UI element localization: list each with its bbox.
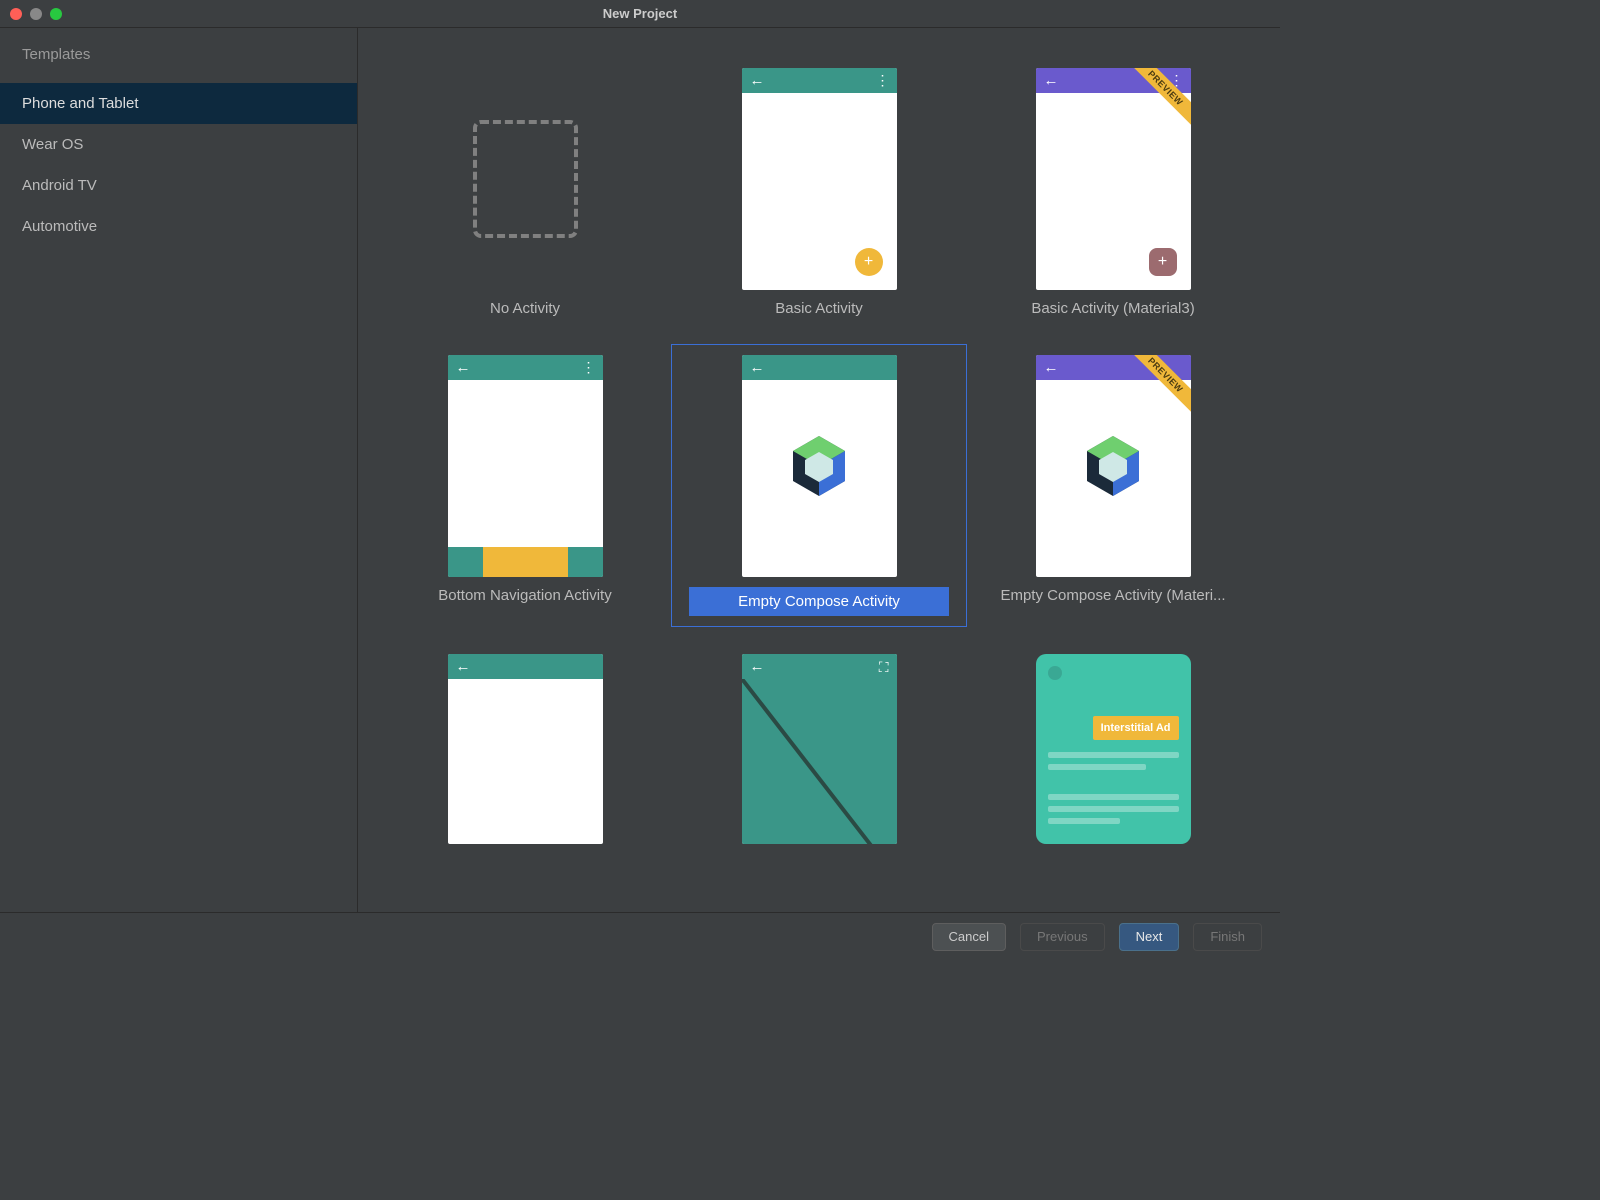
back-arrow-icon: ← <box>1044 359 1059 376</box>
template-admob-ads[interactable]: Interstitial Ad <box>966 644 1260 844</box>
sidebar-item-phone-tablet[interactable]: Phone and Tablet <box>0 83 357 124</box>
template-bottom-navigation[interactable]: ← ⋮ Bottom Navigation Activity <box>378 345 672 626</box>
cancel-button[interactable]: Cancel <box>932 923 1006 951</box>
dashed-rect-icon <box>473 120 578 238</box>
dialog-footer: Cancel Previous Next Finish <box>0 912 1280 960</box>
back-arrow-icon: ← <box>456 359 471 376</box>
template-label: Empty Compose Activity <box>689 587 949 616</box>
sidebar: Templates Phone and Tablet Wear OS Andro… <box>0 28 358 912</box>
fullscreen-icon: ⛶ <box>879 659 889 676</box>
back-arrow-icon: ← <box>750 359 765 376</box>
back-arrow-icon: ← <box>750 72 765 89</box>
template-basic-activity[interactable]: ← ⋮ + Basic Activity <box>672 58 966 327</box>
thumb-fullscreen: ← ⛶ <box>742 654 897 844</box>
dialog-body: Templates Phone and Tablet Wear OS Andro… <box>0 28 1280 912</box>
thumb-empty-compose-m3: ← PREVIEW <box>1036 355 1191 577</box>
compose-logo-icon <box>789 434 849 498</box>
overflow-icon: ⋮ <box>582 359 595 376</box>
sidebar-item-automotive[interactable]: Automotive <box>0 206 357 247</box>
sidebar-item-wear-os[interactable]: Wear OS <box>0 124 357 165</box>
template-label: No Activity <box>490 300 560 317</box>
titlebar: New Project <box>0 0 1280 28</box>
thumb-no-activity <box>448 68 603 290</box>
finish-button[interactable]: Finish <box>1193 923 1262 951</box>
thumb-empty-compose: ← <box>742 355 897 577</box>
new-project-window: New Project Templates Phone and Tablet W… <box>0 0 1280 960</box>
sidebar-heading: Templates <box>0 38 357 71</box>
fullscreen-body-icon <box>742 679 897 844</box>
ad-badge: Interstitial Ad <box>1093 716 1179 740</box>
compose-logo-icon <box>1083 434 1143 498</box>
back-arrow-icon: ← <box>456 658 471 675</box>
template-label: Empty Compose Activity (Materi... <box>1000 587 1225 604</box>
appbar-icon: ← ⋮ <box>742 68 897 93</box>
appbar-icon: ← <box>448 654 603 679</box>
sidebar-item-android-tv[interactable]: Android TV <box>0 165 357 206</box>
thumb-basic-m3: ← ⋮ PREVIEW + <box>1036 68 1191 290</box>
template-gallery: No Activity ← ⋮ + Basic Activity <box>358 28 1280 912</box>
back-arrow-icon: ← <box>1044 72 1059 89</box>
ad-dot-icon <box>1048 666 1062 680</box>
previous-button[interactable]: Previous <box>1020 923 1105 951</box>
overflow-icon: ⋮ <box>876 72 889 89</box>
appbar-icon: ← ⋮ <box>448 355 603 380</box>
template-basic-activity-m3[interactable]: ← ⋮ PREVIEW + Basic Activity (Material3) <box>966 58 1260 327</box>
fab-icon: + <box>1149 248 1177 276</box>
appbar-icon: ← ⛶ <box>742 654 897 679</box>
template-label: Basic Activity <box>775 300 863 317</box>
appbar-icon: ← <box>742 355 897 380</box>
thumb-basic: ← ⋮ + <box>742 68 897 290</box>
thumb-bottom-nav: ← ⋮ <box>448 355 603 577</box>
template-empty-compose[interactable]: ← Empty Compose Activity <box>672 345 966 626</box>
ad-lines-icon <box>1048 752 1179 830</box>
template-empty-compose-m3[interactable]: ← PREVIEW Empty Compose Activity (Materi… <box>966 345 1260 626</box>
template-label: Basic Activity (Material3) <box>1031 300 1194 317</box>
thumb-ad: Interstitial Ad <box>1036 654 1191 844</box>
template-label: Bottom Navigation Activity <box>438 587 611 604</box>
bottom-nav-icon <box>448 547 603 577</box>
window-title: New Project <box>0 6 1280 21</box>
template-no-activity[interactable]: No Activity <box>378 58 672 327</box>
template-empty-activity[interactable]: ← <box>378 644 672 844</box>
back-arrow-icon: ← <box>750 658 765 675</box>
thumb-empty: ← <box>448 654 603 844</box>
template-fullscreen-activity[interactable]: ← ⛶ <box>672 644 966 844</box>
fab-icon: + <box>855 248 883 276</box>
next-button[interactable]: Next <box>1119 923 1180 951</box>
